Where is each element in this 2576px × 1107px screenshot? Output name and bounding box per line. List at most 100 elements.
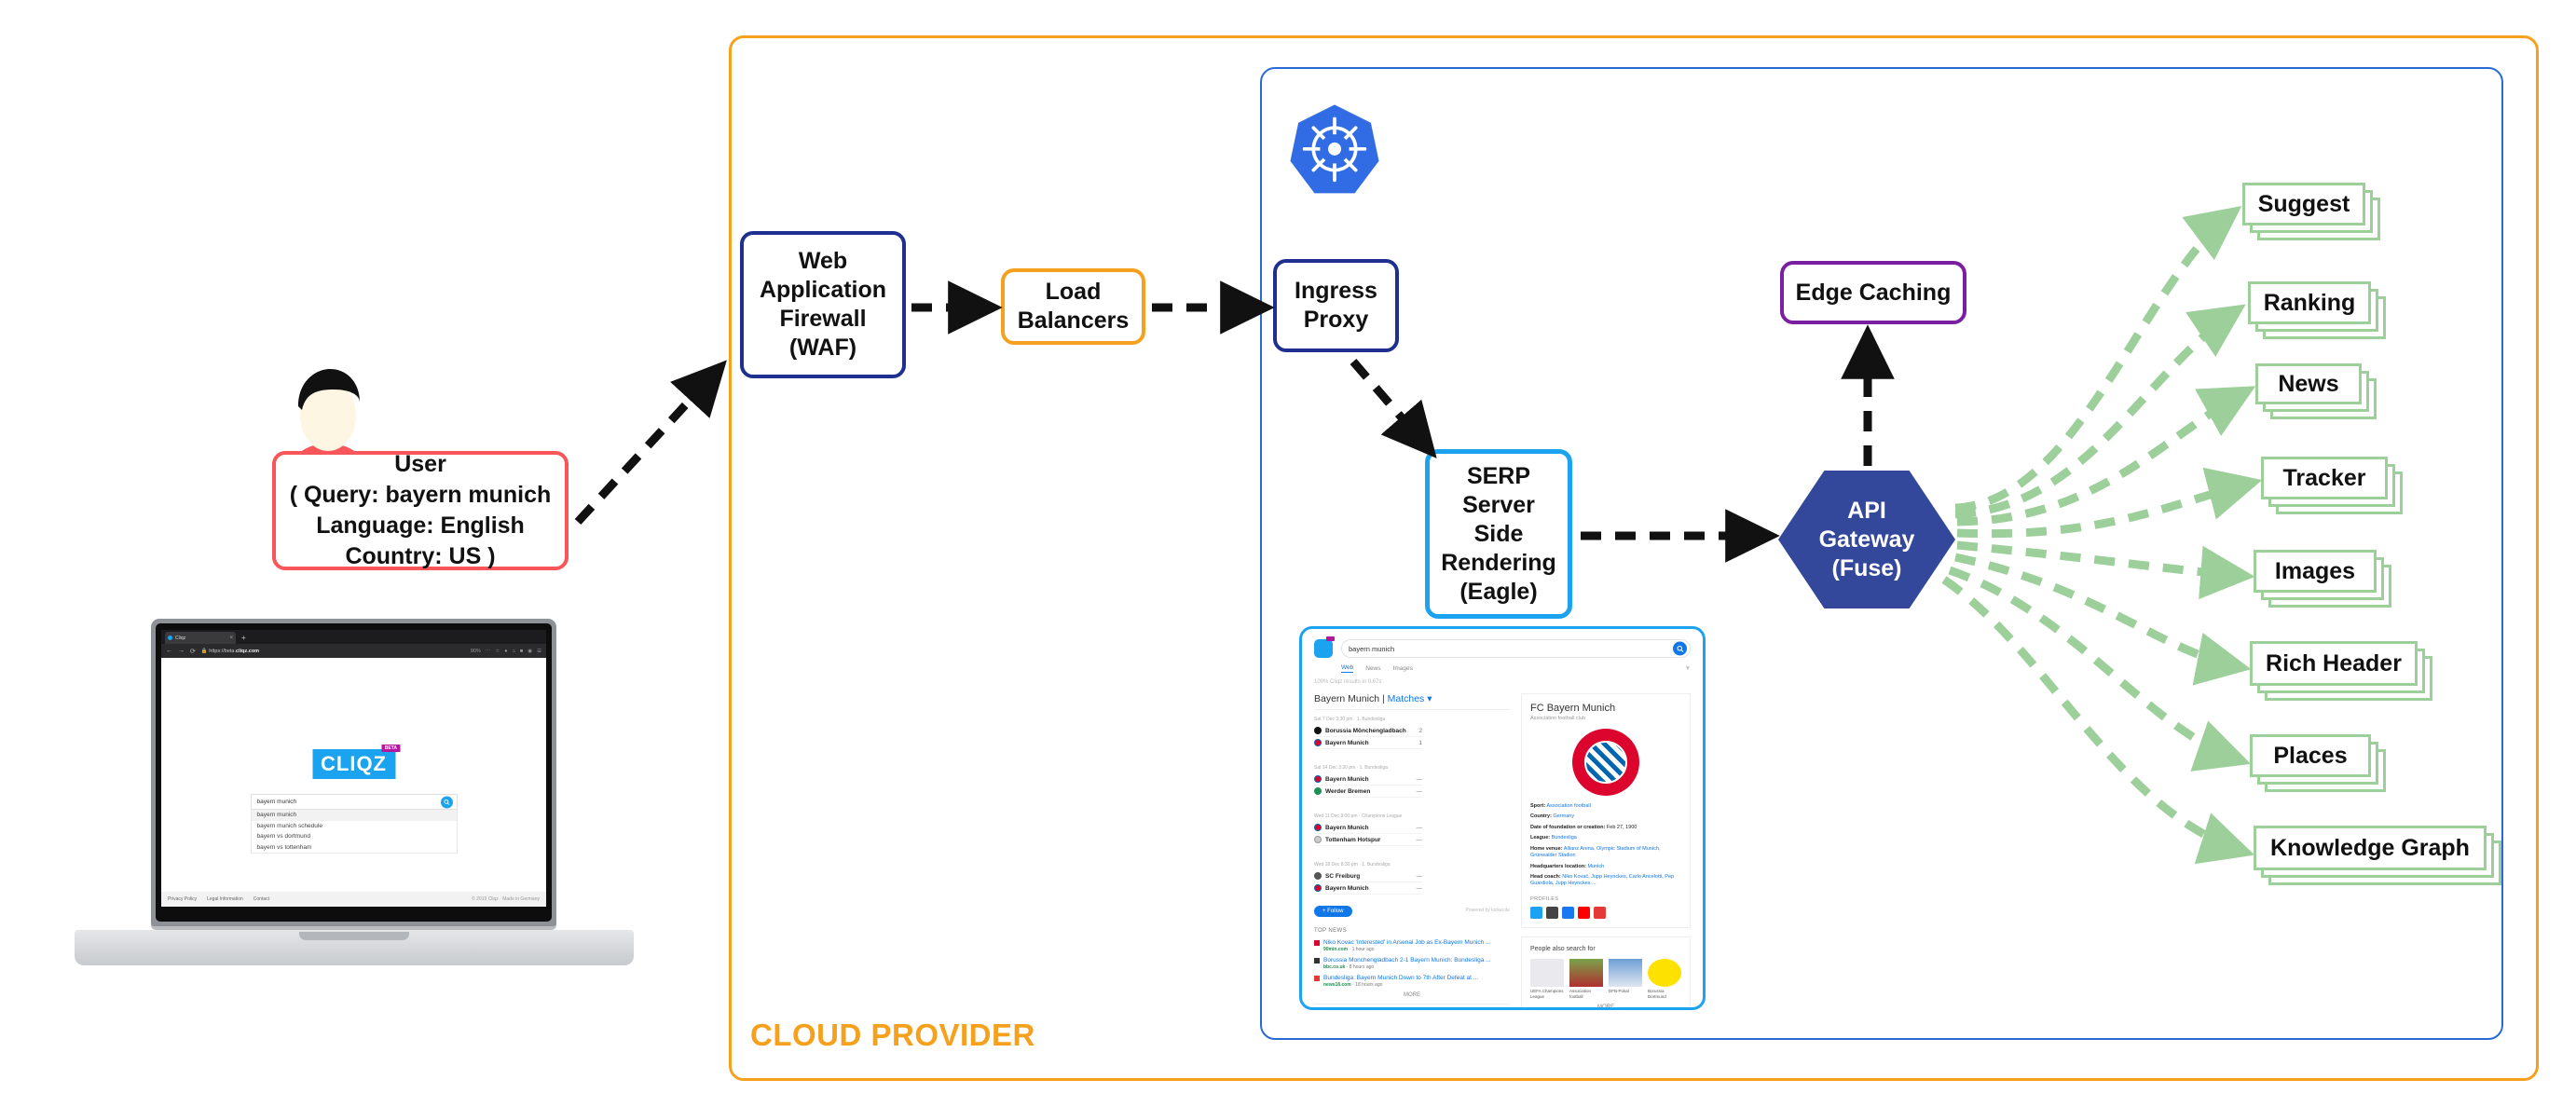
pas-item[interactable]: DFB-Pokal: [1609, 958, 1642, 1000]
browser-tab-bar: Cliqz × +: [161, 630, 546, 644]
zoom-level[interactable]: 90%: [471, 649, 481, 654]
suggestion-item[interactable]: bayern vs dortmund: [252, 831, 457, 842]
footer-link-legal[interactable]: Legal Information: [207, 896, 243, 902]
news-age: 8 hours ago: [1349, 964, 1375, 971]
close-icon[interactable]: ×: [229, 636, 233, 641]
top-news-heading: TOP NEWS: [1314, 928, 1347, 934]
cliqz-icon[interactable]: [1594, 906, 1606, 919]
search-icon[interactable]: [1673, 641, 1687, 656]
node-web-application-firewall[interactable]: Web Application Firewall (WAF): [740, 231, 906, 378]
browser-tab[interactable]: Cliqz ×: [165, 632, 236, 644]
serp-search-input[interactable]: bayern munich: [1341, 639, 1691, 658]
suggestion-item[interactable]: bayern munich: [251, 810, 457, 821]
matches-link[interactable]: Matches: [1388, 693, 1425, 704]
match-datetime: Wed 18 Dec 8:30 pm · 1. Bundesliga: [1314, 862, 1391, 868]
node-serp-server-side-rendering[interactable]: SERP Server Side Rendering (Eagle): [1425, 449, 1572, 619]
waf-line-4: (WAF): [788, 335, 857, 361]
more-icon[interactable]: ⋯: [486, 649, 491, 654]
twitter-icon[interactable]: [1530, 906, 1542, 919]
service-stack-places[interactable]: Places: [2250, 734, 2386, 792]
news-more-link[interactable]: MORE: [1314, 992, 1510, 1005]
away-score: —: [1416, 836, 1423, 843]
service-stack-tracker[interactable]: Tracker: [2261, 457, 2403, 514]
gateway-line-3: (Fuse): [1831, 554, 1902, 581]
url-text[interactable]: 🔒 https://beta.cliqz.com: [201, 649, 259, 654]
instagram-icon[interactable]: [1546, 906, 1558, 919]
reload-icon[interactable]: ⟳: [190, 648, 196, 655]
youtube-icon[interactable]: [1578, 906, 1590, 919]
bookmark-star-icon[interactable]: ☆: [495, 649, 500, 654]
node-load-balancers[interactable]: Load Balancers: [1001, 268, 1145, 345]
service-stack-images[interactable]: Images: [2254, 550, 2391, 608]
service-stack-ranking[interactable]: Ranking: [2248, 281, 2386, 339]
kp-subtitle: Association football club: [1530, 716, 1586, 721]
new-tab-button[interactable]: +: [241, 632, 246, 644]
cliqz-extension-icon[interactable]: ◉: [528, 649, 532, 654]
serp-header: bayern munich Web News Images ▼: [1314, 636, 1691, 673]
news-item[interactable]: Niko Kovac 'Interested' in Arsenal Job a…: [1314, 939, 1510, 952]
pas-item[interactable]: Association football: [1569, 958, 1603, 1000]
suggestion-item[interactable]: bayern vs tottenham: [252, 842, 457, 854]
news-title[interactable]: Bundesliga: Bayern Munich Down to 7th Af…: [1323, 975, 1478, 982]
pas-more-link[interactable]: MORE: [1530, 1004, 1681, 1007]
user-language-line: Language: English: [316, 512, 525, 539]
browser-toolbar-icons: 90% ⋯ ☆ ● ⌂ ■ ◉ ☰: [471, 649, 541, 654]
node-ingress-proxy[interactable]: Ingress Proxy: [1273, 259, 1399, 352]
match-team-row: Bayern Munich —: [1314, 773, 1422, 786]
service-stack-knowledge-graph[interactable]: Knowledge Graph: [2254, 826, 2501, 885]
user-title: User: [394, 451, 446, 477]
home-search-input[interactable]: bayern munich: [250, 794, 458, 810]
account-icon[interactable]: ●: [504, 649, 507, 654]
node-edge-caching[interactable]: Edge Caching: [1780, 261, 1966, 324]
tab-news[interactable]: News: [1365, 665, 1380, 672]
search-value: bayern munich: [256, 799, 297, 805]
home-score: —: [1416, 824, 1423, 831]
tab-images[interactable]: Images: [1393, 665, 1413, 672]
powered-by-label: Powered by kicker.de: [1465, 908, 1510, 913]
news-favicon-icon: [1314, 976, 1320, 982]
suggestion-item[interactable]: bayern munich schedule: [252, 821, 457, 832]
match-team-row: Werder Bremen —: [1314, 786, 1422, 798]
follow-button[interactable]: + Follow: [1314, 906, 1352, 917]
filter-icon[interactable]: ▼: [1685, 665, 1691, 672]
match-card: Wed 18 Dec 8:30 pm · 1. Bundesliga SC Fr…: [1314, 862, 1422, 895]
team-crest-icon: [1314, 872, 1322, 880]
pas-item[interactable]: UEFA Champions League: [1530, 958, 1564, 1000]
service-stack-news[interactable]: News: [2255, 363, 2377, 419]
service-stack-suggest[interactable]: Suggest: [2242, 183, 2380, 240]
arrow-user-to-waf: [574, 360, 727, 526]
footer-link-contact[interactable]: Contact: [253, 896, 269, 902]
match-team-row: Tottenham Hotspur —: [1314, 834, 1422, 846]
tab-web[interactable]: Web: [1341, 664, 1354, 673]
serp-main-column: Bayern Munich | Matches ▾ Sat 7 Dec 3:30…: [1314, 693, 1510, 1007]
waf-line-3: Firewall: [779, 306, 867, 332]
news-age: 1 hour ago: [1351, 947, 1375, 953]
profiles-row: [1530, 906, 1681, 919]
forward-icon[interactable]: →: [178, 648, 185, 654]
news-item[interactable]: Borussia Monchengladbach 2-1 Bayern Muni…: [1314, 957, 1510, 970]
footer-link-privacy[interactable]: Privacy Policy: [168, 896, 197, 902]
home-team: Bayern Munich: [1325, 775, 1369, 783]
back-icon[interactable]: ←: [166, 648, 172, 654]
news-title[interactable]: Borussia Monchengladbach 2-1 Bayern Muni…: [1323, 957, 1491, 964]
news-item[interactable]: Bundesliga: Bayern Munich Down to 7th Af…: [1314, 975, 1510, 988]
gateway-line-1: API: [1847, 497, 1886, 524]
lock-icon: 🔒: [200, 648, 208, 654]
search-icon[interactable]: [440, 796, 453, 808]
service-stack-rich-header[interactable]: Rich Header: [2250, 641, 2432, 701]
menu-icon[interactable]: ☰: [537, 649, 541, 654]
laptop-screen: Cliqz × + ← → ⟳ 🔒 https://beta.cliqz.com: [161, 630, 546, 907]
home-team: Borussia Mönchengladbach: [1325, 727, 1406, 734]
team-crest-icon: [1314, 775, 1322, 783]
facebook-icon[interactable]: [1562, 906, 1574, 919]
kp-fact-key: Head coach:: [1530, 873, 1561, 880]
news-favicon-icon: [1314, 958, 1320, 964]
home-icon[interactable]: ⌂: [513, 649, 515, 654]
shield-icon[interactable]: ■: [520, 649, 523, 654]
news-title[interactable]: Niko Kovac 'Interested' in Arsenal Job a…: [1323, 939, 1491, 947]
kp-fact-key: Home venue:: [1530, 845, 1563, 852]
user-info-card: User ( Query: bayern munich Language: En…: [272, 451, 569, 570]
pas-item[interactable]: Borussia Dortmund: [1648, 958, 1681, 1000]
kp-fact-value: Bundesliga: [1551, 835, 1577, 841]
copyright-text: © 2019 Cliqz · Made in Germany: [472, 896, 540, 902]
